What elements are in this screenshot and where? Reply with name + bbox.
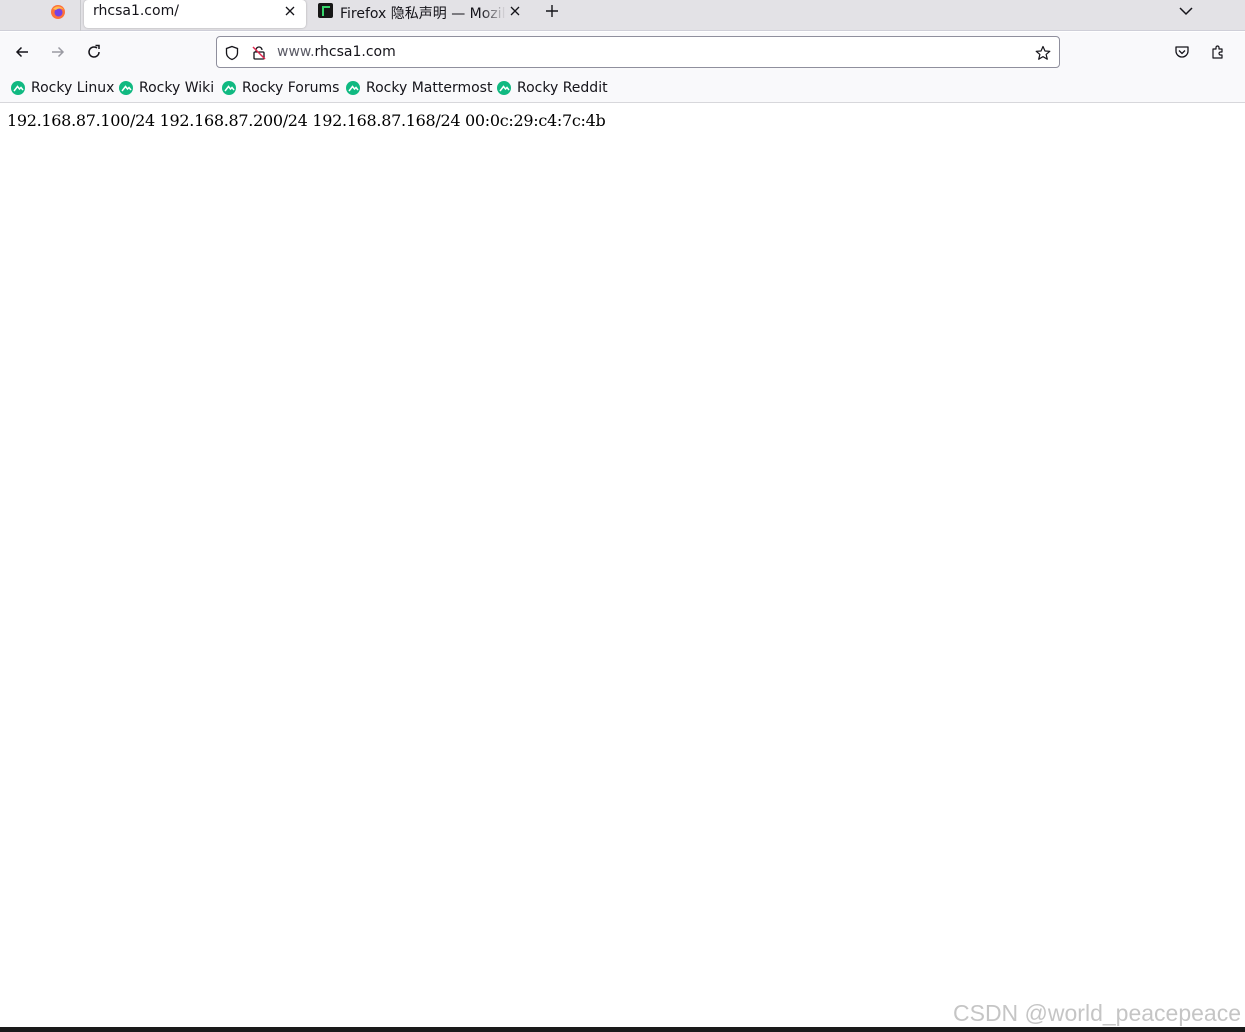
bookmark-label: Rocky Reddit bbox=[517, 80, 608, 96]
tab-firefox-privacy[interactable]: Firefox 隐私声明 — Mozilla bbox=[312, 0, 526, 28]
bookmark-star-icon[interactable] bbox=[1034, 44, 1052, 62]
tab-title: Firefox 隐私声明 — Mozilla bbox=[340, 6, 506, 22]
close-icon[interactable] bbox=[507, 3, 523, 19]
url-bar[interactable]: www.rhcsa1.com bbox=[216, 36, 1060, 68]
bookmark-rocky-linux[interactable]: Rocky Linux bbox=[11, 79, 114, 97]
rocky-logo-icon bbox=[11, 81, 25, 95]
chevron-down-icon[interactable] bbox=[1177, 2, 1195, 20]
extensions-puzzle-icon[interactable] bbox=[1206, 40, 1230, 64]
bookmark-label: Rocky Linux bbox=[31, 80, 115, 96]
tab-rhcsa1[interactable]: rhcsa1.com/ bbox=[84, 0, 306, 28]
rocky-logo-icon bbox=[222, 81, 236, 95]
bookmark-label: Rocky Mattermost bbox=[366, 80, 493, 96]
tab-separator bbox=[80, 0, 81, 31]
navigation-toolbar: www.rhcsa1.com bbox=[0, 32, 1245, 72]
rocky-logo-icon bbox=[497, 81, 511, 95]
rocky-logo-icon bbox=[346, 81, 360, 95]
tab-title: rhcsa1.com/ bbox=[93, 3, 179, 19]
insecure-lock-icon[interactable] bbox=[250, 44, 268, 62]
shield-icon[interactable] bbox=[223, 44, 241, 62]
bottom-edge bbox=[0, 1027, 1245, 1032]
bookmark-label: Rocky Wiki bbox=[139, 80, 215, 96]
reload-icon[interactable] bbox=[82, 40, 106, 64]
back-arrow-icon[interactable] bbox=[10, 40, 34, 64]
firefox-menu-icon[interactable] bbox=[46, 2, 70, 22]
url-prefix: www. bbox=[277, 44, 315, 60]
bookmark-rocky-wiki[interactable]: Rocky Wiki bbox=[119, 79, 214, 97]
page-body-text: 192.168.87.100/24 192.168.87.200/24 192.… bbox=[7, 111, 606, 130]
bookmark-rocky-mattermost[interactable]: Rocky Mattermost bbox=[346, 79, 492, 97]
tab-strip: rhcsa1.com/ Firefox 隐私声明 — Mozilla bbox=[0, 0, 1245, 31]
bookmark-label: Rocky Forums bbox=[242, 80, 340, 96]
url-host: rhcsa1.com bbox=[314, 44, 396, 60]
csdn-watermark: CSDN @world_peacepeace bbox=[953, 1000, 1241, 1026]
bookmarks-toolbar: Rocky Linux Rocky Wiki Rocky Forums Rock… bbox=[0, 72, 1245, 103]
site-favicon-icon bbox=[318, 3, 333, 18]
rocky-logo-icon bbox=[119, 81, 133, 95]
url-text[interactable]: www.rhcsa1.com bbox=[277, 44, 396, 60]
forward-arrow-icon[interactable] bbox=[46, 40, 70, 64]
bookmark-rocky-forums[interactable]: Rocky Forums bbox=[222, 79, 339, 97]
new-tab-plus-icon[interactable] bbox=[543, 2, 561, 20]
pocket-icon[interactable] bbox=[1170, 40, 1194, 64]
page-content: 192.168.87.100/24 192.168.87.200/24 192.… bbox=[0, 104, 1245, 1026]
bookmark-rocky-reddit[interactable]: Rocky Reddit bbox=[497, 79, 608, 97]
close-icon[interactable] bbox=[282, 3, 298, 19]
